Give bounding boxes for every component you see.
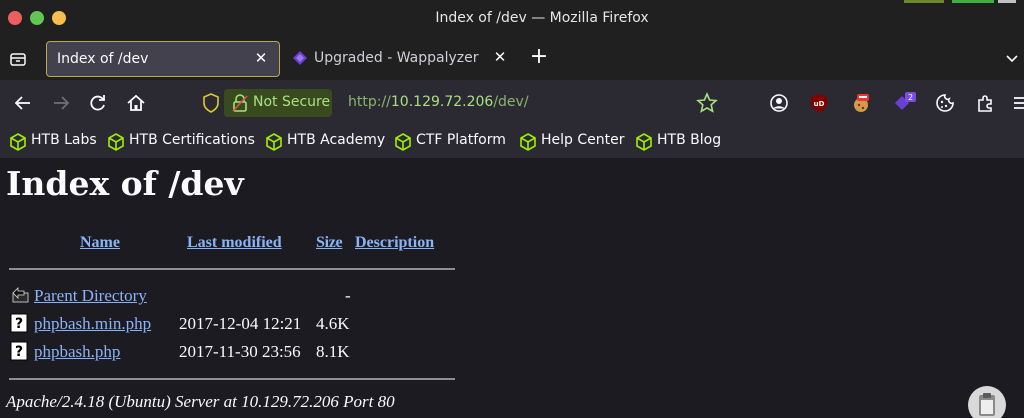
svg-text:?: ? <box>15 316 23 332</box>
window-titlebar: Index of /dev — Mozilla Firefox <box>0 0 1024 38</box>
cookie-editor-icon[interactable] <box>850 92 872 114</box>
htb-cube-icon <box>266 133 282 151</box>
tab-overflow-icon[interactable] <box>1004 50 1020 66</box>
url-path: /dev/ <box>493 94 529 110</box>
url-host: 10.129.72.206 <box>390 94 494 110</box>
tab-list-icon[interactable] <box>8 49 28 69</box>
url-text[interactable]: http://10.129.72.206/dev/ <box>348 94 529 110</box>
table-divider <box>9 378 455 380</box>
tab-strip: Index of /dev ✕ Upgraded - Wappalyzer ✕ … <box>0 38 1024 80</box>
bookmark-label: HTB Labs <box>31 132 97 148</box>
page-content: Index of /dev Name Last modified Size De… <box>0 158 1024 418</box>
clipboard-icon[interactable] <box>968 386 1006 418</box>
bookmark-star-icon[interactable] <box>696 91 718 114</box>
file-size: 4.6K <box>316 314 350 333</box>
back-arrow-icon[interactable] <box>12 92 34 114</box>
back-folder-icon <box>10 285 29 305</box>
bookmark-label: CTF Platform <box>416 132 506 148</box>
forward-arrow-icon[interactable] <box>50 92 72 114</box>
server-signature: Apache/2.4.18 (Ubuntu) Server at 10.129.… <box>6 392 395 411</box>
file-modified: 2017-11-30 23:56 <box>179 342 301 361</box>
column-header-description[interactable]: Description <box>355 234 434 252</box>
htb-cube-icon <box>636 133 652 151</box>
tab-index-of-dev[interactable]: Index of /dev ✕ <box>46 41 280 77</box>
menu-hamburger-icon[interactable] <box>1012 92 1024 114</box>
file-size: 8.1K <box>316 342 350 361</box>
unknown-file-icon: ? <box>10 313 28 333</box>
navigation-toolbar: Not Secure http://10.129.72.206/dev/ uD … <box>0 80 1024 126</box>
not-secure-label: Not Secure <box>253 94 331 110</box>
htb-cube-icon <box>10 133 26 151</box>
bookmarks-toolbar: HTB Labs HTB Certifications HTB Academy … <box>0 126 1024 158</box>
file-modified: 2017-12-04 12:21 <box>179 314 302 333</box>
svg-text:uD: uD <box>814 100 825 108</box>
system-indicator <box>904 0 944 3</box>
bookmark-label: HTB Certifications <box>129 132 255 148</box>
reload-icon[interactable] <box>87 92 109 114</box>
column-header-name[interactable]: Name <box>80 234 120 252</box>
htb-cube-icon <box>108 133 124 151</box>
close-tab-icon[interactable]: ✕ <box>490 47 510 67</box>
new-tab-button[interactable]: + <box>528 46 550 68</box>
url-bar[interactable]: Not Secure http://10.129.72.206/dev/ <box>190 86 730 120</box>
system-indicator <box>998 0 1016 3</box>
column-header-last-modified[interactable]: Last modified <box>187 234 282 252</box>
tracking-protection-shield-icon[interactable] <box>202 93 220 113</box>
wappalyzer-icon <box>292 50 308 66</box>
window-title: Index of /dev — Mozilla Firefox <box>435 10 649 26</box>
column-header-size[interactable]: Size <box>316 234 343 252</box>
wappalyzer-extension-icon[interactable]: 2 <box>893 92 916 114</box>
file-link-parent-directory[interactable]: Parent Directory <box>34 286 147 306</box>
system-indicator <box>952 0 994 3</box>
page-heading: Index of /dev <box>6 164 244 203</box>
table-divider <box>9 268 455 270</box>
cookie-icon[interactable] <box>934 92 956 114</box>
file-link-phpbash[interactable]: phpbash.php <box>34 342 120 362</box>
file-size: - <box>345 286 351 305</box>
svg-text:?: ? <box>15 344 23 360</box>
htb-cube-icon <box>520 133 536 151</box>
file-link-phpbash-min[interactable]: phpbash.min.php <box>34 314 151 334</box>
ublock-origin-icon[interactable]: uD <box>808 92 830 114</box>
account-icon[interactable] <box>768 92 790 114</box>
url-prefix: http:// <box>348 94 391 110</box>
tab-title: Upgraded - Wappalyzer <box>314 50 479 66</box>
insecure-lock-icon <box>232 94 248 112</box>
htb-cube-icon <box>395 133 411 151</box>
unknown-file-icon: ? <box>10 341 28 361</box>
bookmark-label: HTB Blog <box>657 132 722 148</box>
bookmark-label: Help Center <box>541 132 625 148</box>
close-tab-icon[interactable]: ✕ <box>251 48 271 68</box>
tab-wappalyzer[interactable]: Upgraded - Wappalyzer ✕ <box>284 41 518 77</box>
not-secure-badge[interactable]: Not Secure <box>224 89 332 117</box>
home-icon[interactable] <box>125 92 147 114</box>
extensions-puzzle-icon[interactable] <box>974 92 996 114</box>
extension-badge-count: 2 <box>908 93 913 102</box>
tab-title: Index of /dev <box>57 51 149 67</box>
bookmark-label: HTB Academy <box>287 132 386 148</box>
